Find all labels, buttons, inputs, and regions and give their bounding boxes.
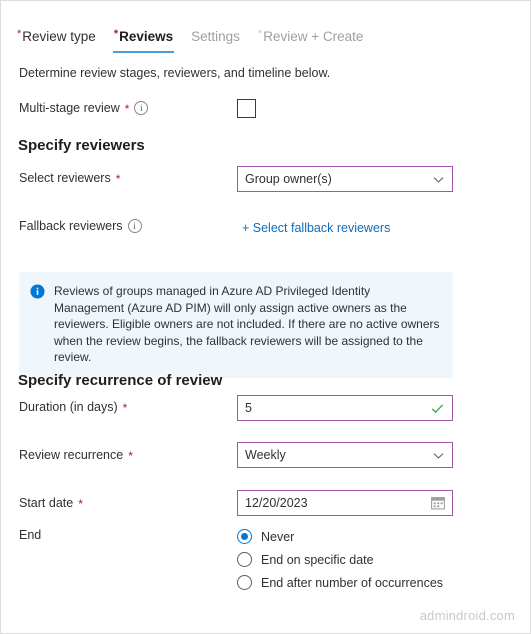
start-date-input[interactable]: 12/20/2023	[237, 490, 453, 516]
info-icon[interactable]: i	[134, 101, 149, 115]
label-text: End	[19, 528, 42, 542]
required-marker: *	[122, 401, 128, 415]
info-filled-icon	[30, 284, 45, 299]
specify-recurrence-heading: Specify recurrence of review	[18, 372, 223, 389]
required-marker: *	[115, 172, 121, 186]
info-banner: Reviews of groups managed in Azure AD Pr…	[19, 272, 453, 378]
label-text: Start date	[19, 496, 74, 510]
fallback-reviewers-label: Fallback reviewers i	[19, 219, 142, 233]
duration-input[interactable]: 5	[237, 395, 453, 421]
radio-button[interactable]	[237, 552, 252, 567]
tab-label: Review + Create	[263, 29, 364, 44]
multi-stage-review-checkbox[interactable]	[237, 99, 256, 118]
select-reviewers-label: Select reviewers *	[19, 171, 120, 185]
tab-settings[interactable]: Settings	[182, 28, 249, 53]
end-label: End	[19, 528, 41, 542]
tab-label: Review type	[22, 29, 96, 44]
label-text: Duration (in days)	[19, 400, 118, 414]
radio-label: End after number of occurrences	[261, 575, 444, 590]
info-banner-text: Reviews of groups managed in Azure AD Pr…	[54, 284, 440, 364]
select-reviewers-value: Group owner(s)	[245, 172, 332, 186]
intro-text: Determine review stages, reviewers, and …	[19, 66, 331, 80]
review-recurrence-label: Review recurrence *	[19, 448, 133, 462]
radio-button[interactable]	[237, 529, 252, 544]
info-icon[interactable]: i	[127, 219, 142, 233]
duration-label: Duration (in days) *	[19, 400, 127, 414]
label-text: Select reviewers	[19, 171, 111, 185]
checkmark-icon	[431, 402, 444, 415]
label-text: Multi-stage review	[19, 101, 120, 115]
end-radio-group: Never End on specific date End after num…	[237, 525, 443, 594]
label-text: Fallback reviewers	[19, 219, 123, 233]
tab-reviews[interactable]: *Reviews	[105, 28, 182, 53]
specify-reviewers-heading: Specify reviewers	[18, 137, 145, 154]
watermark: admindroid.com	[419, 608, 515, 623]
tab-label: Reviews	[119, 29, 174, 44]
chevron-down-icon	[433, 450, 444, 461]
required-marker: *	[257, 28, 263, 40]
required-marker: *	[113, 28, 119, 40]
radio-button[interactable]	[237, 575, 252, 590]
required-marker: *	[78, 497, 83, 511]
tab-review-type[interactable]: *Review type	[8, 28, 105, 53]
tab-review-create[interactable]: *Review + Create	[249, 28, 372, 53]
end-option-never[interactable]: Never	[237, 525, 443, 548]
start-date-value: 12/20/2023	[245, 496, 308, 510]
multi-stage-review-label: Multi-stage review * i	[19, 101, 149, 116]
select-fallback-reviewers-link[interactable]: + Select fallback reviewers	[242, 221, 390, 235]
chevron-down-icon	[433, 174, 444, 185]
end-option-occurrences[interactable]: End after number of occurrences	[237, 571, 443, 594]
radio-label: Never	[261, 529, 295, 544]
review-recurrence-value: Weekly	[245, 448, 286, 462]
review-wizard-page: *Review type *Reviews Settings *Review +…	[0, 0, 531, 634]
radio-label: End on specific date	[261, 552, 374, 567]
tab-label: Settings	[191, 29, 240, 44]
start-date-label: Start date *	[19, 496, 83, 510]
calendar-icon[interactable]	[431, 496, 445, 510]
label-text: Review recurrence	[19, 448, 124, 462]
required-marker: *	[128, 449, 133, 463]
end-option-specific-date[interactable]: End on specific date	[237, 548, 443, 571]
duration-value: 5	[245, 401, 252, 415]
review-recurrence-dropdown[interactable]: Weekly	[237, 442, 453, 468]
wizard-tabs: *Review type *Reviews Settings *Review +…	[8, 28, 372, 56]
select-reviewers-dropdown[interactable]: Group owner(s)	[237, 166, 453, 192]
required-marker: *	[124, 102, 130, 116]
required-marker: *	[17, 28, 22, 40]
